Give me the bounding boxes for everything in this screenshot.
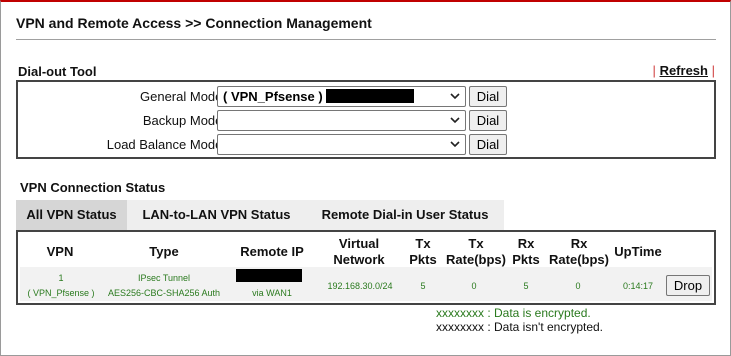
- tab-remote-dial-in-user-status[interactable]: Remote Dial-in User Status: [306, 200, 504, 230]
- separator: |: [711, 63, 715, 78]
- column-header-vpn: VPN: [46, 244, 74, 259]
- virtual-network-value: 192.168.30.0/24: [327, 281, 393, 291]
- separator: |: [652, 63, 656, 78]
- refresh-link[interactable]: Refresh: [660, 63, 708, 78]
- tab-all-vpn-status[interactable]: All VPN Status: [16, 200, 127, 230]
- vpn-auth: AES256-CBC-SHA256 Auth: [107, 288, 221, 298]
- rx-pkts-value: 5: [523, 281, 529, 291]
- dial-row-general: General Mode: ( VPN_Pfsense ) Dial: [18, 86, 714, 108]
- column-header-line: Rx: [570, 236, 588, 251]
- dial-general-button[interactable]: Dial: [469, 86, 507, 107]
- load-balance-mode-select[interactable]: [217, 134, 466, 155]
- legend-not-encrypted: xxxxxxxx : Data isn't encrypted.: [436, 320, 603, 334]
- dial-out-panel: General Mode: ( VPN_Pfsense ) Dial Backu…: [16, 80, 716, 159]
- general-mode-label: General Mode:: [140, 89, 226, 104]
- vpn-index: 1: [58, 273, 64, 283]
- tx-rate-value: 0: [471, 281, 477, 291]
- column-header-line: Rx: [517, 236, 535, 251]
- column-header-uptime: UpTime: [614, 244, 662, 259]
- column-header-tx-rate: Tx Rate(bps): [444, 236, 508, 268]
- legend-encrypted: xxxxxxxx : Data is encrypted.: [436, 306, 591, 320]
- remote-ip-via: via WAN1: [252, 288, 292, 298]
- general-mode-select[interactable]: ( VPN_Pfsense ): [217, 86, 466, 107]
- vpn-status-section-label: VPN Connection Status: [20, 180, 166, 195]
- dial-row-load-balance: Load Balance Mode: Dial: [18, 134, 714, 156]
- vpn-type: IPsec Tunnel: [137, 273, 191, 283]
- legend-plain-code: xxxxxxxx: [436, 320, 484, 334]
- column-header-rx-rate: Rx Rate(bps): [546, 236, 612, 268]
- column-header-virtual-network: Virtual Network: [324, 236, 394, 268]
- column-header-line: Tx: [415, 236, 431, 251]
- title-divider: [16, 39, 716, 40]
- legend-plain-text: : Data isn't encrypted.: [484, 320, 604, 334]
- column-header-line: Pkts: [512, 252, 540, 267]
- vpn-status-table: VPN Type Remote IP Virtual Network Tx Pk…: [16, 230, 716, 305]
- column-header-rx-pkts: Rx Pkts: [506, 236, 546, 268]
- redaction-block: [325, 89, 414, 103]
- refresh-link-group: | Refresh |: [653, 63, 715, 78]
- chevron-down-icon: [450, 141, 460, 148]
- dial-row-backup: Backup Mode: Dial: [18, 110, 714, 132]
- backup-mode-label: Backup Mode:: [142, 113, 226, 128]
- column-header-line: Pkts: [409, 252, 437, 267]
- load-balance-mode-label: Load Balance Mode:: [106, 137, 226, 152]
- vpn-name: ( VPN_Pfsense ): [27, 288, 95, 298]
- general-mode-value: ( VPN_Pfsense ): [223, 89, 323, 104]
- dial-out-section-label: Dial-out Tool: [18, 64, 97, 79]
- column-header-line: Virtual: [338, 236, 380, 251]
- legend-encrypted-code: xxxxxxxx: [436, 306, 484, 320]
- page-title: VPN and Remote Access >> Connection Mana…: [16, 15, 372, 31]
- tab-lan-to-lan-vpn-status[interactable]: LAN-to-LAN VPN Status: [127, 200, 306, 230]
- rx-rate-value: 0: [575, 281, 581, 291]
- column-header-line: Rate(bps): [446, 252, 506, 267]
- column-header-type: Type: [149, 244, 179, 259]
- column-header-tx-pkts: Tx Pkts: [404, 236, 442, 268]
- column-header-line: Network: [333, 252, 385, 267]
- tx-pkts-value: 5: [420, 281, 426, 291]
- uptime-value: 0:14:17: [622, 281, 654, 291]
- column-header-line: Rate(bps): [549, 252, 609, 267]
- dial-load-balance-button[interactable]: Dial: [469, 134, 507, 155]
- backup-mode-select[interactable]: [217, 110, 466, 131]
- chevron-down-icon: [450, 93, 460, 100]
- drop-button[interactable]: Drop: [666, 275, 710, 296]
- column-header-remote-ip: Remote IP: [240, 244, 304, 259]
- column-header-line: Tx: [468, 236, 484, 251]
- dial-backup-button[interactable]: Dial: [469, 110, 507, 131]
- legend-encrypted-text: : Data is encrypted.: [484, 306, 591, 320]
- chevron-down-icon: [450, 117, 460, 124]
- redaction-block: [236, 269, 302, 282]
